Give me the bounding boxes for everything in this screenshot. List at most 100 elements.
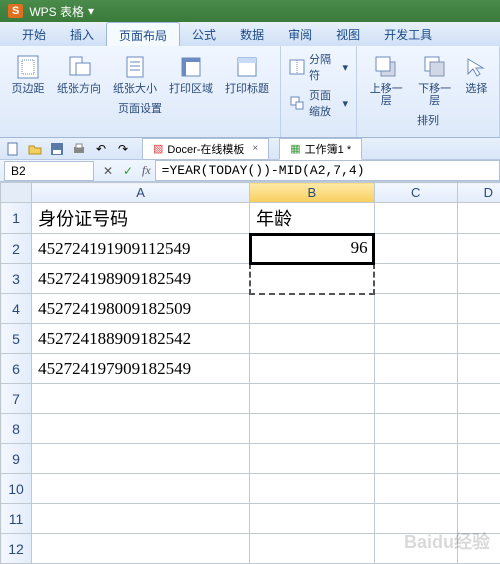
cell[interactable]: 452724198909182549 (32, 264, 250, 294)
row-header[interactable]: 5 (1, 324, 32, 354)
cell[interactable] (250, 264, 375, 294)
tab-home[interactable]: 开始 (10, 22, 58, 46)
cell[interactable] (250, 324, 375, 354)
cell[interactable] (457, 234, 500, 264)
cell[interactable] (250, 444, 375, 474)
tab-formulas[interactable]: 公式 (180, 22, 228, 46)
cell[interactable] (374, 444, 457, 474)
cell[interactable] (32, 474, 250, 504)
cell[interactable] (457, 324, 500, 354)
doc-tab-workbook[interactable]: ▦ 工作簿1 * (279, 138, 362, 160)
undo-icon[interactable]: ↶ (92, 140, 110, 158)
page-scale-button[interactable]: 页面缩放▾ (287, 86, 350, 120)
print-area-button[interactable]: 打印区域 (164, 50, 218, 98)
cell[interactable]: 年龄 (250, 203, 375, 234)
cell[interactable] (250, 384, 375, 414)
row-header[interactable]: 4 (1, 294, 32, 324)
cell[interactable] (250, 534, 375, 564)
name-box[interactable]: B2 (4, 161, 94, 181)
cell[interactable]: 452724197909182549 (32, 354, 250, 384)
cell[interactable] (457, 474, 500, 504)
cell[interactable]: 身份证号码 (32, 203, 250, 234)
cell[interactable] (374, 294, 457, 324)
cell-active[interactable]: 96 (250, 234, 375, 264)
cell[interactable] (374, 354, 457, 384)
cell[interactable] (374, 234, 457, 264)
cell[interactable] (457, 414, 500, 444)
cell[interactable] (32, 534, 250, 564)
new-doc-icon[interactable] (4, 140, 22, 158)
cell[interactable] (250, 504, 375, 534)
cell[interactable] (374, 474, 457, 504)
row-header[interactable]: 11 (1, 504, 32, 534)
cell[interactable] (374, 384, 457, 414)
row-header[interactable]: 12 (1, 534, 32, 564)
open-icon[interactable] (26, 140, 44, 158)
tab-view[interactable]: 视图 (324, 22, 372, 46)
cell[interactable] (250, 354, 375, 384)
cell[interactable] (374, 203, 457, 234)
cell[interactable] (457, 384, 500, 414)
row-header[interactable]: 8 (1, 414, 32, 444)
row-header[interactable]: 2 (1, 234, 32, 264)
cancel-formula-icon[interactable]: ✕ (98, 164, 118, 178)
cell[interactable] (457, 294, 500, 324)
row-header[interactable]: 7 (1, 384, 32, 414)
redo-icon[interactable]: ↷ (114, 140, 132, 158)
row-header[interactable]: 10 (1, 474, 32, 504)
formula-input[interactable]: =YEAR(TODAY())-MID(A2,7,4) (155, 160, 500, 181)
print-icon[interactable] (70, 140, 88, 158)
row-header[interactable]: 3 (1, 264, 32, 294)
row-header[interactable]: 1 (1, 203, 32, 234)
title-dropdown-icon[interactable]: ▾ (88, 4, 94, 18)
save-icon[interactable] (48, 140, 66, 158)
bring-forward-icon (372, 53, 400, 81)
size-button[interactable]: 纸张大小 (108, 50, 162, 98)
cell[interactable] (250, 474, 375, 504)
cell[interactable] (250, 414, 375, 444)
orientation-button[interactable]: 纸张方向 (52, 50, 106, 98)
margins-button[interactable]: 页边距 (6, 50, 50, 98)
tab-review[interactable]: 审阅 (276, 22, 324, 46)
print-titles-button[interactable]: 打印标题 (220, 50, 274, 98)
cell[interactable]: 452724198009182509 (32, 294, 250, 324)
cell[interactable] (32, 504, 250, 534)
cell[interactable]: 452724188909182542 (32, 324, 250, 354)
cell[interactable] (457, 264, 500, 294)
cell[interactable] (457, 444, 500, 474)
cell[interactable] (374, 324, 457, 354)
breaks-button[interactable]: 分隔符▾ (287, 50, 350, 84)
cell[interactable] (250, 294, 375, 324)
cell[interactable] (374, 264, 457, 294)
col-header-C[interactable]: C (374, 183, 457, 203)
cell[interactable] (457, 504, 500, 534)
selection-pane-button[interactable]: 选择 (460, 50, 493, 110)
fx-icon[interactable]: fx (142, 163, 151, 178)
row-header[interactable]: 9 (1, 444, 32, 474)
cell[interactable] (32, 444, 250, 474)
tab-page-layout[interactable]: 页面布局 (106, 22, 180, 46)
cell[interactable] (374, 414, 457, 444)
cell[interactable] (457, 534, 500, 564)
cell[interactable] (457, 354, 500, 384)
bring-forward-button[interactable]: 上移一层 (363, 50, 409, 110)
col-header-B[interactable]: B (250, 183, 375, 203)
row-header[interactable]: 6 (1, 354, 32, 384)
accept-formula-icon[interactable]: ✓ (118, 164, 138, 178)
cell[interactable] (32, 384, 250, 414)
cell[interactable] (32, 414, 250, 444)
select-all-corner[interactable] (1, 183, 32, 203)
cell[interactable]: 452724191909112549 (32, 234, 250, 264)
doc-tab-templates[interactable]: ▧ Docer-在线模板 × (142, 138, 269, 160)
cell[interactable] (457, 203, 500, 234)
close-icon[interactable]: × (252, 143, 258, 154)
tab-insert[interactable]: 插入 (58, 22, 106, 46)
tab-data[interactable]: 数据 (228, 22, 276, 46)
spreadsheet-grid[interactable]: A B C D 1 身份证号码 年龄 2 452724191909112549 … (0, 182, 500, 564)
cell[interactable] (374, 504, 457, 534)
col-header-D[interactable]: D (457, 183, 500, 203)
cell[interactable] (374, 534, 457, 564)
tab-developer[interactable]: 开发工具 (372, 22, 444, 46)
send-backward-button[interactable]: 下移一层 (411, 50, 457, 110)
col-header-A[interactable]: A (32, 183, 250, 203)
